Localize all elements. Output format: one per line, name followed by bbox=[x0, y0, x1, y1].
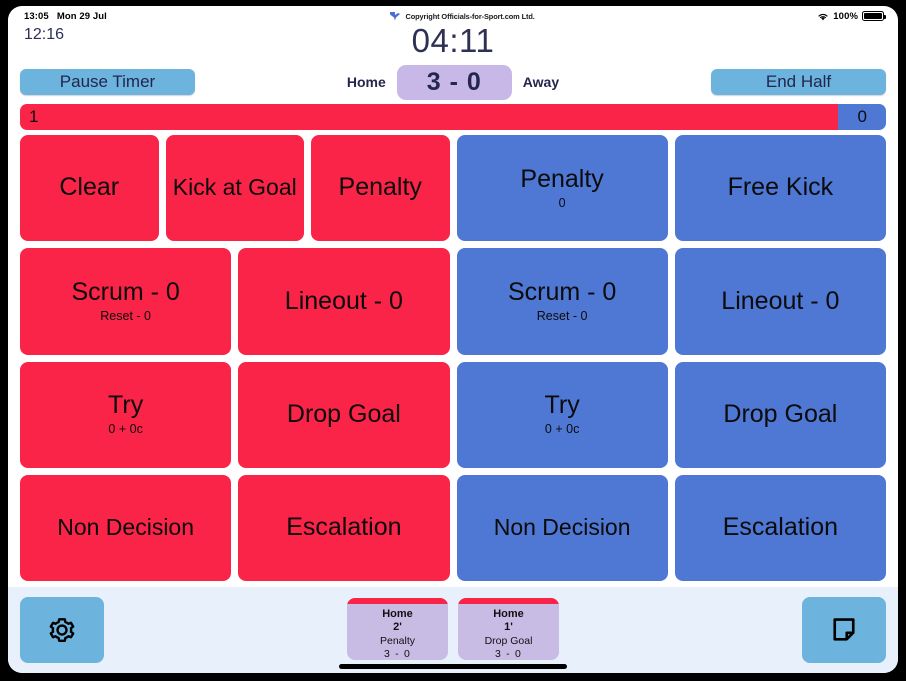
action-side-away: Try 0 + 0c Drop Goal bbox=[456, 361, 886, 468]
button-label: Escalation bbox=[286, 513, 402, 541]
action-side-away: Penalty 0 Free Kick bbox=[456, 135, 886, 242]
action-row-4: Non Decision Escalation Non Decision Escala… bbox=[20, 474, 886, 581]
button-label: Free Kick bbox=[727, 173, 834, 202]
action-row-3: Try 0 + 0c Drop Goal Try 0 + 0c Drop Goal bbox=[20, 361, 886, 468]
home-try-button[interactable]: Try 0 + 0c bbox=[20, 361, 232, 468]
possession-away-segment[interactable]: 0 bbox=[838, 104, 886, 130]
away-scrum-0-button[interactable]: Scrum - 0 Reset - 0 bbox=[456, 248, 668, 355]
button-label: Penalty bbox=[338, 173, 422, 202]
button-label: Drop Goal bbox=[286, 399, 401, 428]
home-kick-at-goal-button[interactable]: Kick at Goal bbox=[165, 135, 304, 242]
button-label: Non Decision bbox=[57, 514, 195, 541]
event-score: 3 - 0 bbox=[494, 648, 522, 660]
home-lineout-0-button[interactable]: Lineout - 0 bbox=[238, 248, 450, 355]
away-lineout-0-button[interactable]: Lineout - 0 bbox=[674, 248, 886, 355]
action-side-home: Scrum - 0 Reset - 0 Lineout - 0 bbox=[20, 248, 450, 355]
button-label: Non Decision bbox=[493, 514, 631, 541]
action-row-2: Scrum - 0 Reset - 0 Lineout - 0 Scrum - 0 Re… bbox=[20, 248, 886, 355]
away-non-decision-button[interactable]: Non Decision bbox=[456, 474, 668, 581]
match-header: 12:16 04:11 Pause Timer End Half Home 3 … bbox=[8, 22, 898, 100]
ipad-device-frame: 13:05 Mon 29 Jul Copyright Officials-for… bbox=[0, 0, 906, 681]
status-bar-center: Copyright Officials-for-Sport.com Ltd. bbox=[107, 11, 817, 21]
action-button-grid: Clear Kick at Goal Penalty Penalty 0 Free Kic… bbox=[8, 135, 898, 587]
copyright-text: Copyright Officials-for-Sport.com Ltd. bbox=[405, 11, 535, 21]
event-card[interactable]: Home 1' Drop Goal 3 - 0 bbox=[458, 598, 559, 660]
settings-button[interactable] bbox=[20, 597, 104, 663]
home-clear-button[interactable]: Clear bbox=[20, 135, 159, 242]
possession-away-value: 0 bbox=[857, 107, 867, 126]
away-free-kick-button[interactable]: Free Kick bbox=[674, 135, 886, 242]
wifi-icon bbox=[818, 13, 828, 20]
event-score: 3 - 0 bbox=[383, 648, 411, 660]
button-label: Try bbox=[544, 391, 580, 420]
button-label: Lineout - 0 bbox=[284, 286, 403, 315]
button-sublabel: Reset - 0 bbox=[100, 308, 151, 323]
action-side-away: Scrum - 0 Reset - 0 Lineout - 0 bbox=[456, 248, 886, 355]
action-side-home: Try 0 + 0c Drop Goal bbox=[20, 361, 450, 468]
button-label: Penalty bbox=[520, 164, 604, 193]
battery-icon bbox=[862, 11, 886, 21]
button-label: Drop Goal bbox=[723, 399, 838, 428]
event-log: Home 2' Penalty 3 - 0 Home 1' Drop Goal 3 - 0 bbox=[104, 598, 802, 660]
action-side-home: Clear Kick at Goal Penalty bbox=[20, 135, 450, 242]
event-team-strip bbox=[458, 598, 559, 604]
event-card[interactable]: Home 2' Penalty 3 - 0 bbox=[347, 598, 448, 660]
status-bar-left: 13:05 Mon 29 Jul bbox=[24, 11, 107, 22]
match-timer: 04:11 bbox=[411, 22, 495, 59]
note-icon bbox=[833, 618, 855, 641]
action-side-away: Non Decision Escalation bbox=[456, 474, 886, 581]
event-team: Home bbox=[382, 608, 413, 620]
event-minute: 2' bbox=[393, 621, 402, 633]
gear-icon bbox=[49, 618, 75, 642]
possession-home-value: 1 bbox=[29, 107, 39, 126]
possession-bar[interactable]: 1 0 bbox=[20, 104, 886, 130]
home-drop-goal-button[interactable]: Drop Goal bbox=[238, 361, 450, 468]
event-team-strip bbox=[347, 598, 448, 604]
event-team: Home bbox=[493, 608, 524, 620]
event-type: Drop Goal bbox=[484, 635, 533, 647]
button-label: Lineout - 0 bbox=[721, 286, 840, 315]
away-drop-goal-button[interactable]: Drop Goal bbox=[674, 361, 886, 468]
event-type: Penalty bbox=[379, 635, 416, 647]
score-display[interactable]: 3 - 0 bbox=[396, 64, 512, 100]
away-label: Away bbox=[522, 74, 560, 90]
away-penalty-button[interactable]: Penalty 0 bbox=[456, 135, 668, 242]
header-controls-row: Pause Timer End Half Home 3 - 0 Away bbox=[20, 64, 886, 100]
status-bar-time: 13:05 bbox=[24, 10, 49, 22]
app-screen: 13:05 Mon 29 Jul Copyright Officials-for… bbox=[8, 6, 898, 673]
home-penalty-button[interactable]: Penalty bbox=[311, 135, 450, 242]
possession-home-segment[interactable]: 1 bbox=[20, 104, 839, 130]
possession-bar-wrap: 1 0 bbox=[8, 100, 898, 135]
button-label: Scrum - 0 bbox=[71, 278, 180, 307]
button-label: Try bbox=[108, 391, 144, 420]
event-minute: 1' bbox=[504, 621, 513, 633]
notes-button[interactable] bbox=[802, 597, 886, 663]
home-indicator bbox=[339, 664, 567, 669]
away-try-button[interactable]: Try 0 + 0c bbox=[456, 361, 668, 468]
button-label: Scrum - 0 bbox=[507, 278, 617, 307]
button-label: Clear bbox=[59, 173, 120, 202]
button-sublabel: 0 + 0c bbox=[544, 422, 580, 437]
button-sublabel: 0 bbox=[558, 195, 566, 210]
home-non-decision-button[interactable]: Non Decision bbox=[20, 474, 232, 581]
button-label: Escalation bbox=[722, 513, 839, 541]
home-scrum-0-button[interactable]: Scrum - 0 Reset - 0 bbox=[20, 248, 232, 355]
home-label: Home bbox=[346, 74, 386, 90]
scoreboard: Home 3 - 0 Away bbox=[20, 64, 886, 100]
action-row-1: Clear Kick at Goal Penalty Penalty 0 Free Kic… bbox=[20, 135, 886, 242]
status-bar-date: Mon 29 Jul bbox=[56, 10, 107, 22]
battery-percent-label: 100% bbox=[833, 10, 858, 22]
action-side-home: Non Decision Escalation bbox=[20, 474, 450, 581]
button-sublabel: Reset - 0 bbox=[536, 308, 588, 323]
clock-row: 12:16 04:11 bbox=[20, 22, 886, 64]
away-escalation-button[interactable]: Escalation bbox=[674, 474, 886, 581]
brand-logo-icon bbox=[390, 12, 401, 21]
status-bar-right: 100% bbox=[817, 10, 886, 22]
button-label: Kick at Goal bbox=[172, 174, 297, 201]
footer-bar: Home 2' Penalty 3 - 0 Home 1' Drop Goal 3 - 0 bbox=[8, 587, 898, 673]
button-sublabel: 0 + 0c bbox=[108, 422, 143, 437]
home-escalation-button[interactable]: Escalation bbox=[238, 474, 450, 581]
